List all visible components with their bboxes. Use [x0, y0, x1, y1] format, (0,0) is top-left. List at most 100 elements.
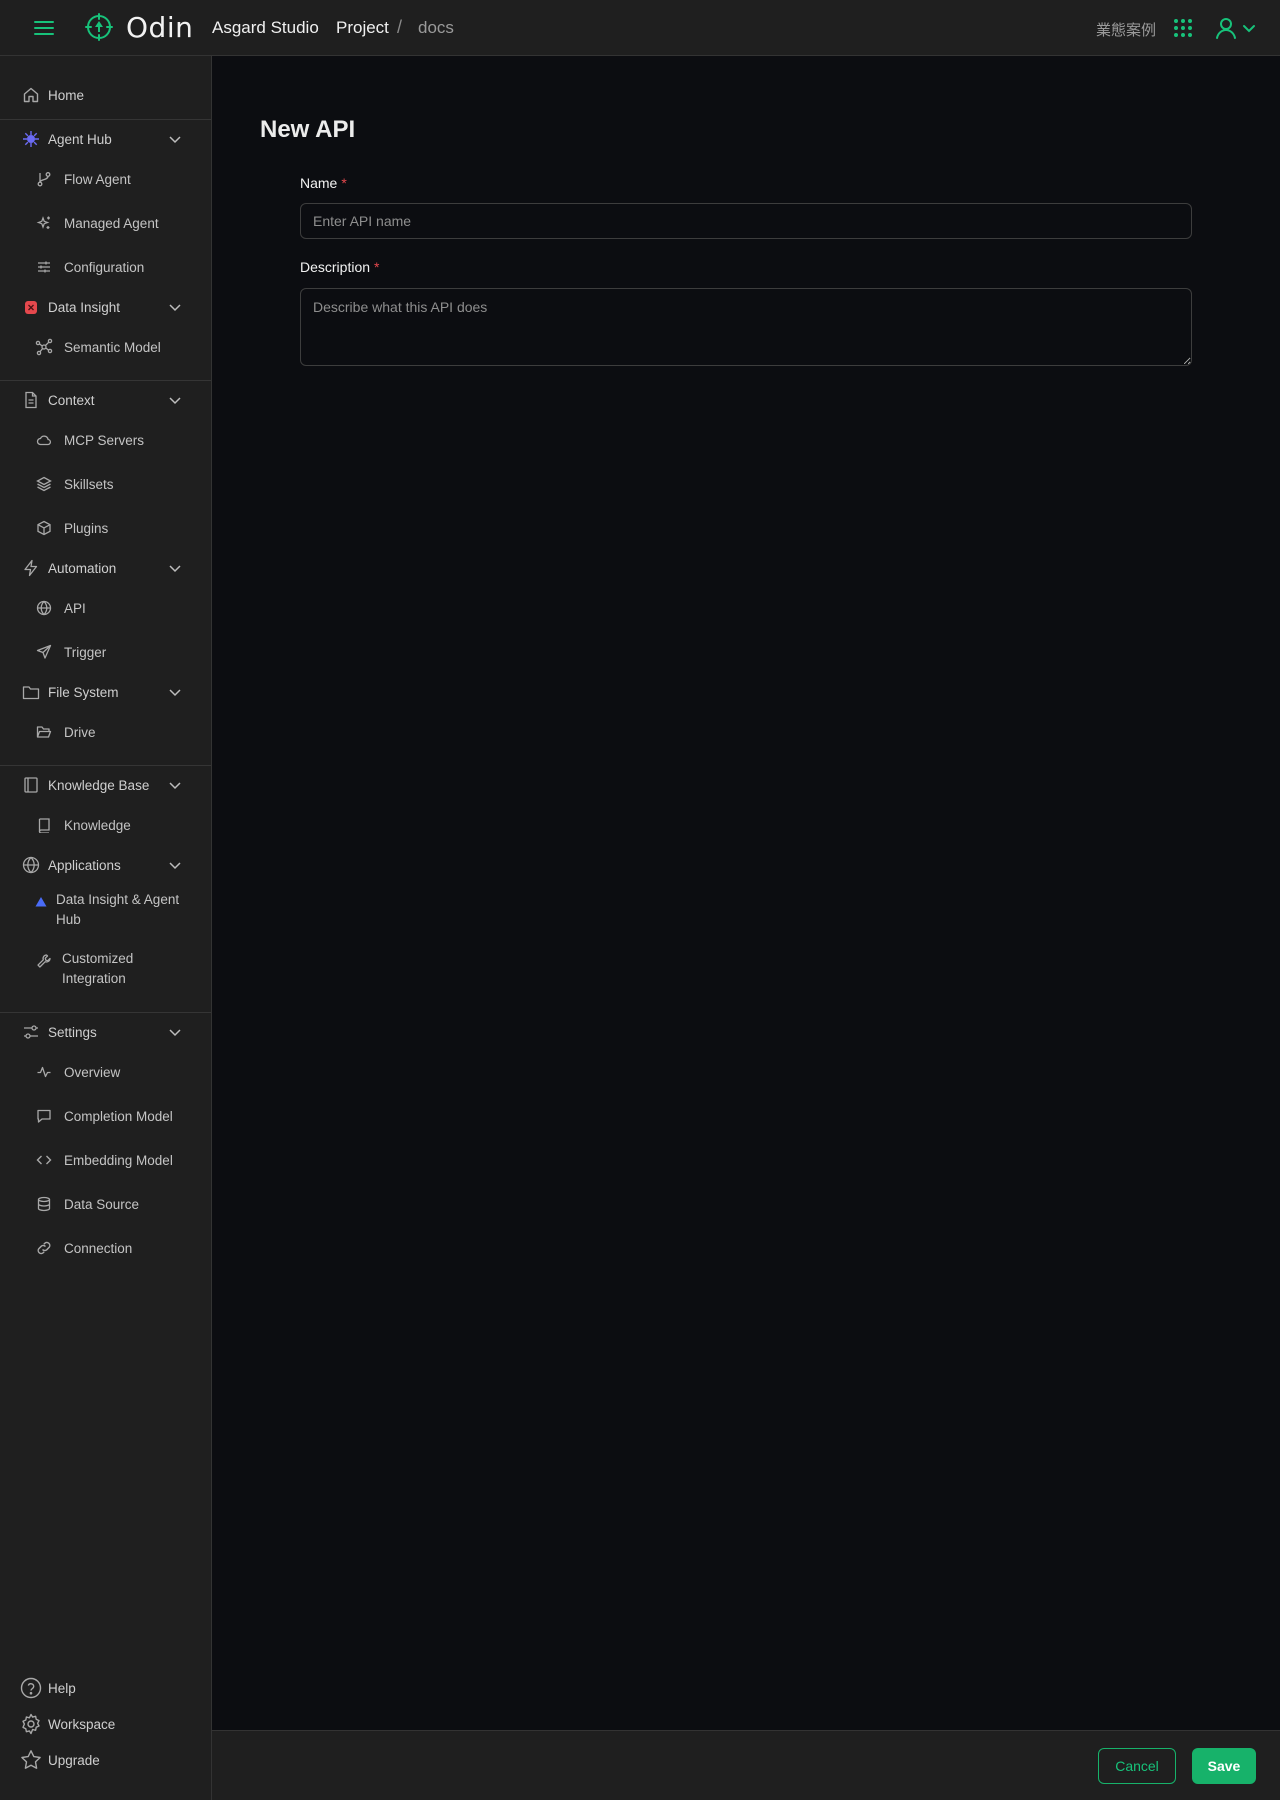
sidebar-group-label: Context	[48, 392, 95, 408]
sidebar-group-knowledge-base[interactable]: Knowledge Base	[0, 769, 211, 801]
chevron-down-icon[interactable]	[167, 684, 183, 700]
sidebar-item-drive[interactable]: Drive	[0, 716, 211, 748]
required-mark: *	[341, 175, 347, 191]
sidebar-item-plugins[interactable]: Plugins	[0, 512, 211, 544]
globe-icon	[35, 599, 53, 617]
sidebar-item-label: Embedding Model	[64, 1152, 173, 1168]
sidebar-item-knowledge[interactable]: Knowledge	[0, 809, 211, 841]
sidebar-item-help[interactable]: Help	[0, 1672, 211, 1704]
sidebar-item-home[interactable]: Home	[0, 79, 211, 111]
lightning-icon	[22, 559, 40, 577]
top-bar: Odin Asgard Studio Project / docs 業態案例	[0, 0, 1280, 56]
sidebar-item-label: Managed Agent	[64, 215, 159, 231]
sliders-icon	[35, 258, 53, 276]
sidebar-item-upgrade[interactable]: Upgrade	[0, 1744, 211, 1776]
chevron-down-icon[interactable]	[167, 131, 183, 147]
sidebar: Home Agent Hub Flow Agent Managed Agent …	[0, 56, 212, 1800]
breadcrumb-separator: /	[397, 17, 403, 37]
sidebar-item-completion-model[interactable]: Completion Model	[0, 1100, 211, 1132]
sidebar-group-agent-hub[interactable]: Agent Hub	[0, 123, 211, 155]
sidebar-group-data-insight[interactable]: Data Insight	[0, 291, 211, 323]
sparkles-icon	[35, 214, 53, 232]
name-label: Name *	[300, 175, 347, 191]
sidebar-divider	[0, 1012, 211, 1013]
activity-icon	[35, 1063, 53, 1081]
sidebar-group-settings[interactable]: Settings	[0, 1016, 211, 1048]
cancel-button[interactable]: Cancel	[1098, 1748, 1176, 1784]
sidebar-item-mcp-servers[interactable]: MCP Servers	[0, 424, 211, 456]
industry-cases-link[interactable]: 業態案例	[1096, 19, 1156, 40]
sidebar-group-label: Agent Hub	[48, 131, 112, 147]
hamburger-menu-icon[interactable]	[32, 17, 56, 39]
sidebar-item-label: Workspace	[48, 1716, 116, 1732]
chevron-down-icon[interactable]	[167, 560, 183, 576]
chevron-down-icon[interactable]	[167, 299, 183, 315]
database-icon	[35, 1195, 53, 1213]
breadcrumb-current[interactable]: docs	[418, 18, 454, 38]
sidebar-item-label: Plugins	[64, 520, 109, 536]
sidebar-item-semantic-model[interactable]: Semantic Model	[0, 331, 211, 363]
sidebar-item-label: Knowledge	[64, 817, 131, 833]
apps-grid-icon[interactable]	[1173, 18, 1193, 38]
chevron-down-icon[interactable]	[167, 1024, 183, 1040]
description-label-text: Description	[300, 259, 371, 275]
sidebar-group-label: File System	[48, 684, 119, 700]
chevron-down-icon[interactable]	[1242, 22, 1256, 34]
sidebar-group-automation[interactable]: Automation	[0, 552, 211, 584]
page-title: New API	[260, 116, 356, 143]
organization-name[interactable]: Asgard Studio	[212, 18, 319, 38]
sidebar-item-label: Data Insight & Agent Hub	[56, 892, 180, 927]
breadcrumb-project[interactable]: Project	[336, 18, 389, 38]
sidebar-item-flow-agent[interactable]: Flow Agent	[0, 163, 211, 195]
help-circle-icon	[20, 1677, 42, 1699]
chevron-down-icon[interactable]	[167, 857, 183, 873]
sidebar-item-label: Upgrade	[48, 1752, 100, 1768]
required-mark: *	[374, 259, 380, 275]
sidebar-item-connection[interactable]: Connection	[0, 1232, 211, 1264]
book-icon	[35, 816, 53, 834]
sidebar-divider	[0, 380, 211, 381]
name-label-text: Name	[300, 175, 338, 191]
sidebar-item-label: API	[64, 600, 86, 616]
sidebar-item-label: Configuration	[64, 259, 145, 275]
sidebar-item-trigger[interactable]: Trigger	[0, 636, 211, 668]
sidebar-group-label: Settings	[48, 1024, 97, 1040]
document-icon	[22, 391, 40, 409]
sidebar-item-api[interactable]: API	[0, 592, 211, 624]
sidebar-divider	[0, 119, 211, 120]
sidebar-item-label: Help	[48, 1680, 76, 1696]
network-nodes-icon	[35, 338, 53, 356]
sidebar-item-data-source[interactable]: Data Source	[0, 1188, 211, 1220]
sidebar-item-label: MCP Servers	[64, 432, 145, 448]
globe-icon	[22, 856, 40, 874]
odin-logo-icon[interactable]	[84, 12, 114, 42]
api-description-input[interactable]	[300, 288, 1192, 366]
library-icon	[22, 776, 40, 794]
form-footer: Cancel Save	[212, 1730, 1280, 1800]
chevron-down-icon[interactable]	[167, 777, 183, 793]
link-icon	[35, 1239, 53, 1257]
sidebar-group-context[interactable]: Context	[0, 384, 211, 416]
sidebar-item-skillsets[interactable]: Skillsets	[0, 468, 211, 500]
api-name-input[interactable]	[300, 203, 1192, 239]
send-icon	[35, 643, 53, 661]
sidebar-item-workspace[interactable]: Workspace	[0, 1708, 211, 1740]
description-label: Description *	[300, 259, 379, 275]
sidebar-item-configuration[interactable]: Configuration	[0, 251, 211, 283]
sidebar-item-managed-agent[interactable]: Managed Agent	[0, 207, 211, 239]
sidebar-item-label: Semantic Model	[64, 339, 161, 355]
sidebar-item-overview[interactable]: Overview	[0, 1056, 211, 1088]
message-square-icon	[35, 1107, 53, 1125]
sidebar-item-data-insight-agent-hub[interactable]: Data Insight & Agent Hub	[0, 890, 211, 932]
star-icon	[20, 1749, 42, 1771]
gear-icon	[20, 1713, 42, 1735]
save-button[interactable]: Save	[1192, 1748, 1256, 1784]
sidebar-group-applications[interactable]: Applications	[0, 849, 211, 881]
sidebar-item-customized-integration[interactable]: Customized Integration	[0, 949, 211, 991]
sidebar-item-label: Data Source	[64, 1196, 140, 1212]
sidebar-item-embedding-model[interactable]: Embedding Model	[0, 1144, 211, 1176]
sidebar-group-file-system[interactable]: File System	[0, 676, 211, 708]
chevron-down-icon[interactable]	[167, 392, 183, 408]
sidebar-item-label: Drive	[64, 724, 96, 740]
user-icon[interactable]	[1213, 15, 1239, 41]
